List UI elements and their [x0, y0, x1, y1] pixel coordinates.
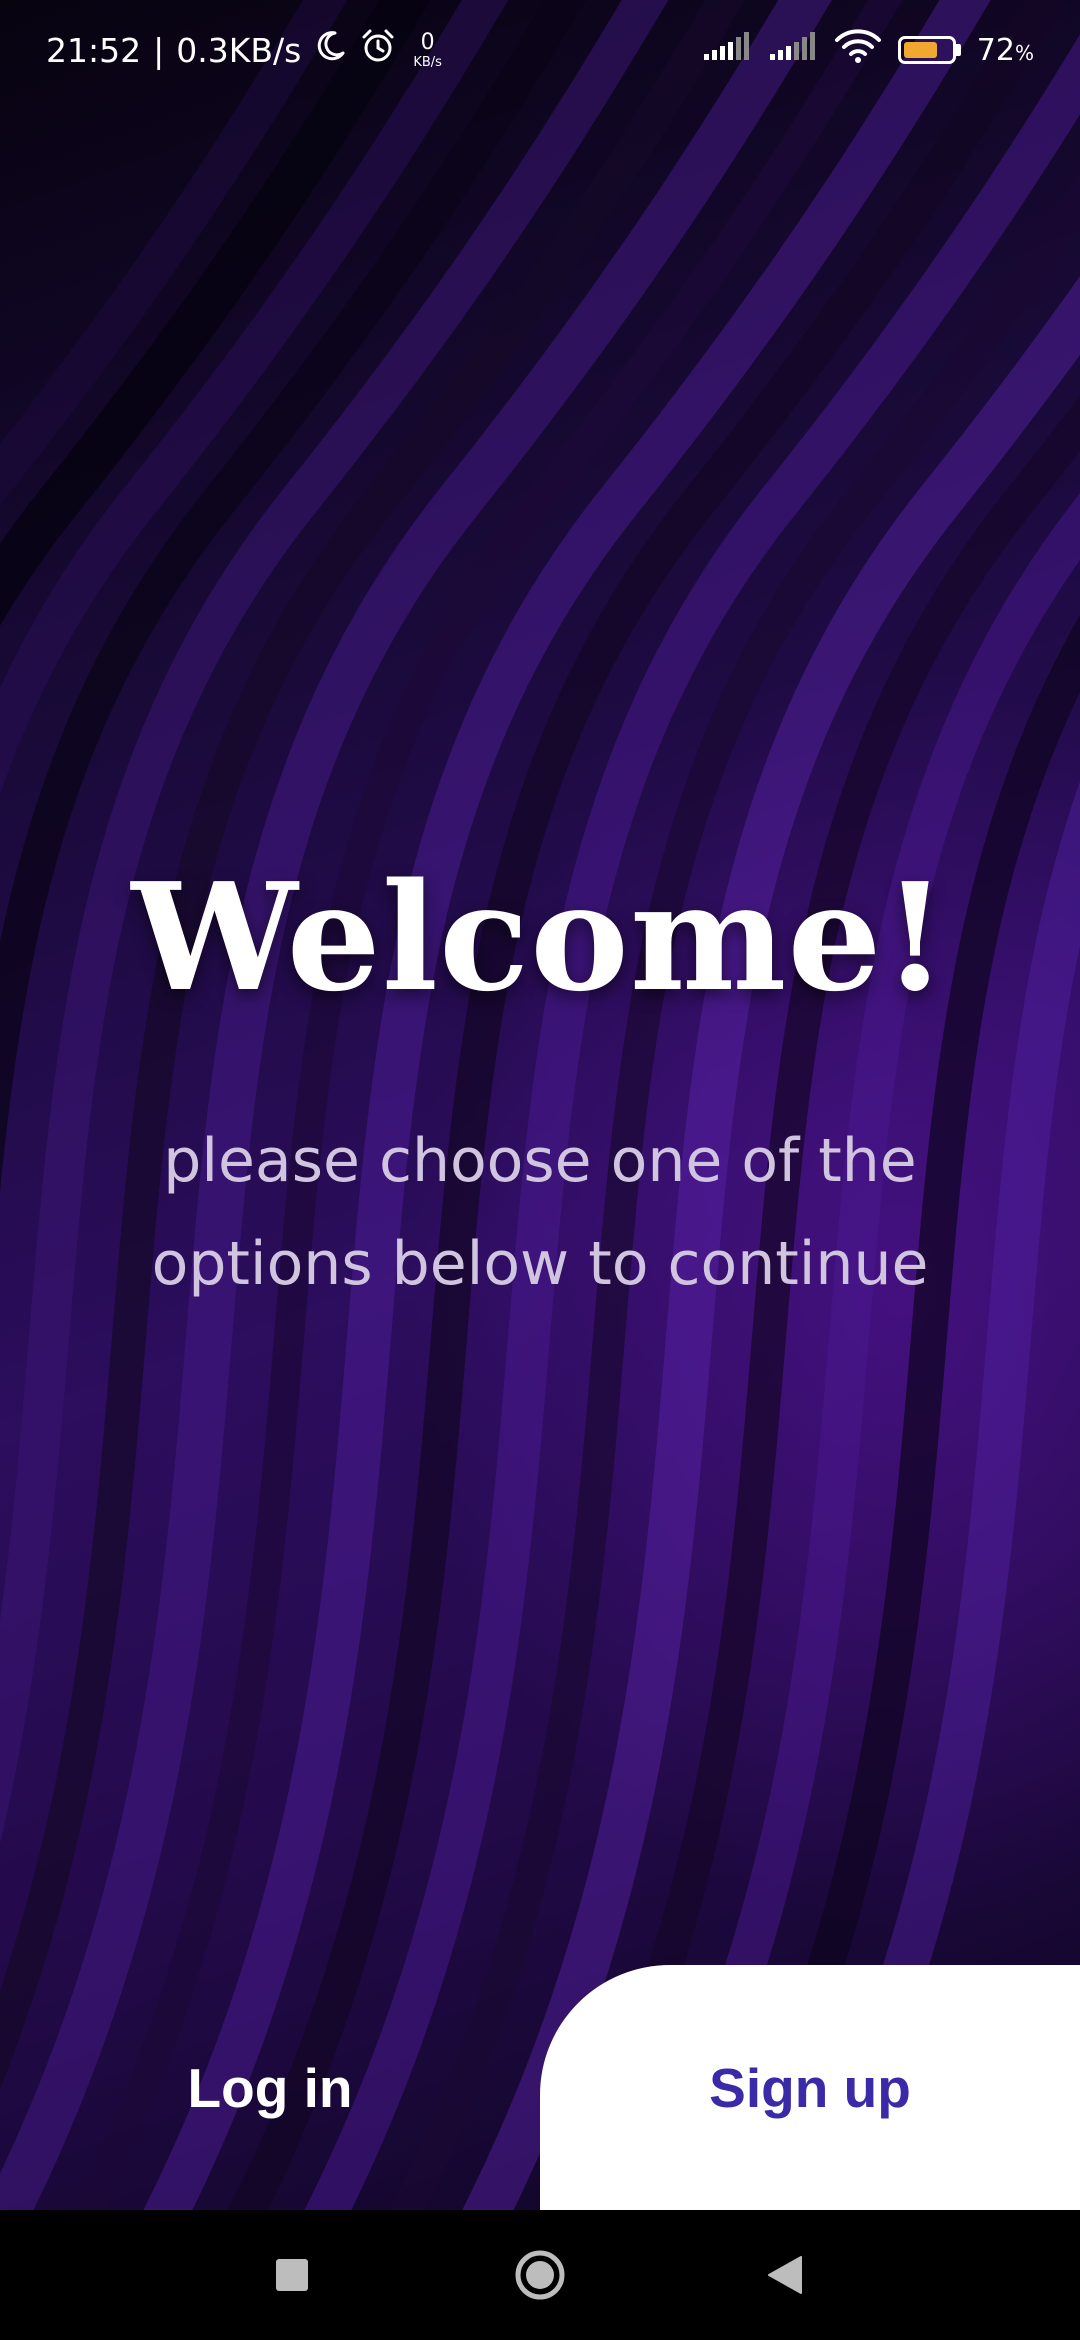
welcome-subtitle: please choose one of the options below t…	[100, 1110, 980, 1316]
status-left: 21:52 | 0.3KB/s 0 KB/s	[46, 28, 442, 72]
wifi-icon	[834, 28, 882, 72]
page-title: Welcome!	[131, 850, 949, 1024]
back-button[interactable]	[695, 2210, 875, 2340]
signal-icon	[768, 30, 818, 70]
secondary-speed: 0 KB/s	[413, 29, 442, 70]
login-button[interactable]: Log in	[0, 1965, 540, 2210]
battery-icon	[897, 36, 961, 64]
status-separator: |	[153, 30, 165, 70]
home-circle-icon	[515, 2250, 565, 2300]
status-time: 21:52	[46, 30, 142, 70]
battery-percent-value: 72	[976, 32, 1015, 68]
battery-level-fill	[903, 42, 937, 58]
status-right: 72%	[702, 28, 1034, 72]
recents-square-icon	[276, 2259, 308, 2291]
home-button[interactable]	[450, 2210, 630, 2340]
signup-button-label: Sign up	[709, 2056, 911, 2119]
subtitle-line-1: please choose one of the	[163, 1126, 917, 1196]
signup-button[interactable]: Sign up	[540, 1965, 1080, 2210]
wavy-background	[0, 0, 1080, 2210]
moon-icon	[313, 29, 347, 71]
battery-percent: 72%	[977, 33, 1034, 68]
subtitle-line-2: options below to continue	[151, 1229, 929, 1299]
recents-button[interactable]	[202, 2210, 382, 2340]
back-triangle-icon	[768, 2256, 802, 2294]
secondary-speed-value: 0	[420, 29, 435, 55]
alarm-icon	[359, 28, 397, 72]
signal-icon	[702, 30, 752, 70]
login-button-label: Log in	[187, 2056, 353, 2119]
status-bar: 21:52 | 0.3KB/s 0 KB/s 72%	[0, 0, 1080, 100]
welcome-screen: 21:52 | 0.3KB/s 0 KB/s 72% Welcome! plea…	[0, 0, 1080, 2340]
battery-percent-sign: %	[1014, 40, 1034, 65]
network-speed: 0.3KB/s	[176, 30, 302, 70]
navigation-bar	[0, 2210, 1080, 2340]
secondary-speed-unit: KB/s	[413, 54, 442, 70]
